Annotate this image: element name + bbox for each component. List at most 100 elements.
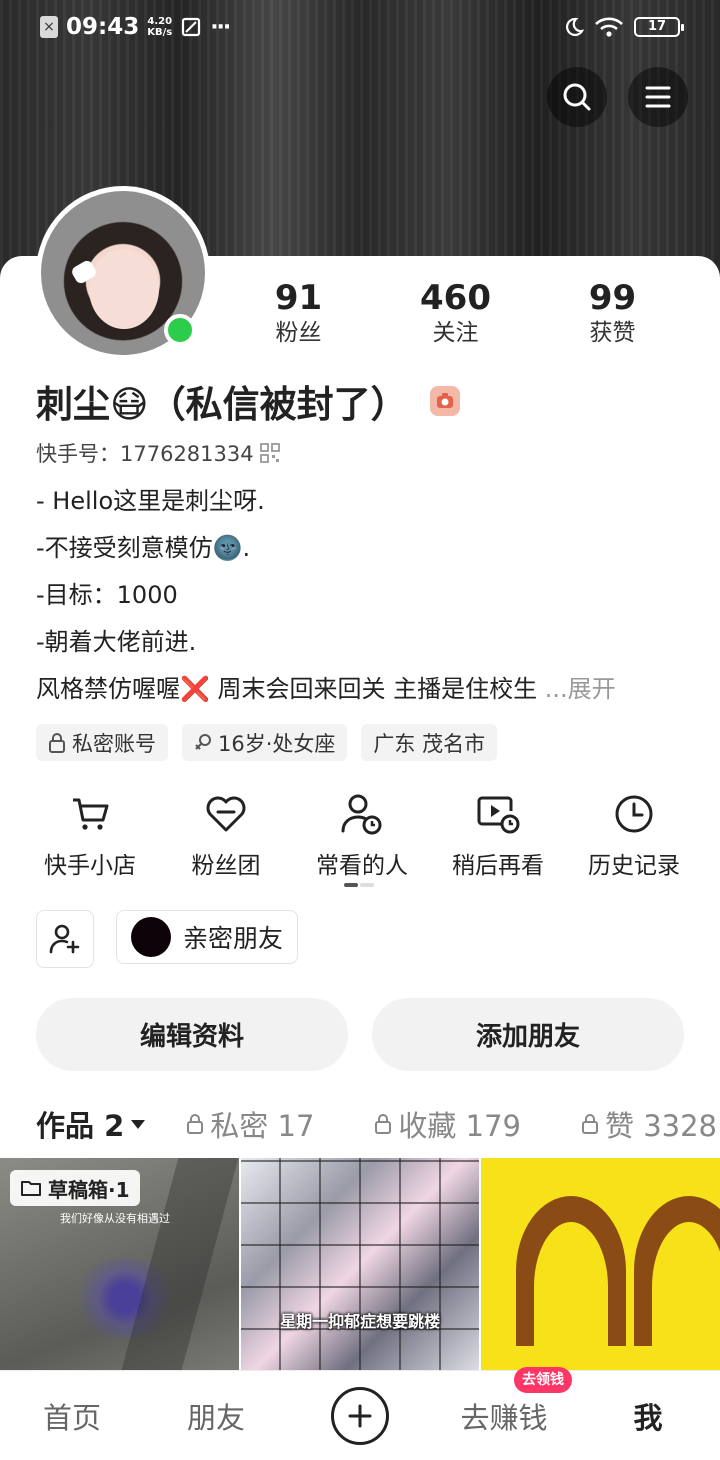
speed-value: 4.20 — [147, 16, 173, 27]
clock-icon — [615, 795, 653, 833]
video-tile[interactable] — [481, 1158, 720, 1370]
tab-works[interactable]: 作品 2 — [36, 1103, 146, 1145]
lock-icon — [49, 732, 65, 753]
works-grid: 草稿箱·1 我们好像从没有相遇过 星期一抑郁症想要跳楼 — [0, 1158, 720, 1370]
nav-earn[interactable]: 去赚钱 去领钱 — [432, 1366, 576, 1437]
kuaishou-id[interactable]: 快手号：1776281334 — [36, 438, 280, 468]
tool-shortcuts: 快手小店 粉丝团 常看的人 稍后再看 历史记录 — [22, 792, 702, 880]
emoji-brow-right — [634, 1196, 720, 1352]
search-icon — [563, 83, 591, 111]
stat-followers[interactable]: 91 粉丝 — [220, 278, 377, 348]
network-speed: 4.20 KB/s — [147, 16, 172, 38]
more-status-dots: ··· — [210, 14, 231, 40]
lock-icon — [581, 1114, 598, 1134]
wifi-icon — [595, 17, 623, 37]
nav-home[interactable]: 首页 — [0, 1395, 144, 1437]
tab-private[interactable]: 私密 17 — [186, 1103, 314, 1145]
add-friend-button[interactable]: 添加朋友 — [372, 998, 684, 1071]
online-status-dot — [164, 314, 196, 346]
stat-following[interactable]: 460 关注 — [377, 278, 534, 348]
menu-icon — [645, 86, 671, 108]
tab-label: 赞 3328 — [604, 1109, 718, 1143]
tool-label: 常看的人 — [316, 853, 408, 879]
tool-watch-later[interactable]: 稍后再看 — [430, 792, 566, 880]
bottom-nav: 首页 朋友 去赚钱 去领钱 我 — [0, 1366, 720, 1460]
tools-scroll-indicator — [344, 883, 374, 887]
profile-name-row: 刺尘😷（私信被封了） — [36, 374, 460, 428]
tab-favorites[interactable]: 收藏 179 — [374, 1103, 521, 1145]
tool-label: 稍后再看 — [452, 853, 544, 879]
status-bar: × 09:43 4.20 KB/s ··· 17 — [0, 0, 720, 58]
tag-location: 广东 茂名市 — [361, 724, 498, 761]
draft-box-tile[interactable]: 草稿箱·1 我们好像从没有相遇过 — [0, 1158, 239, 1370]
bio-line: -不接受刻意模仿🌚. — [36, 534, 251, 562]
cart-icon — [73, 798, 109, 830]
notification-icon: × — [40, 16, 58, 38]
profile-name: 刺尘😷（私信被封了） — [36, 383, 408, 426]
tool-fan-club[interactable]: 粉丝团 — [158, 792, 294, 880]
heart-icon — [206, 796, 246, 832]
tab-label: 私密 17 — [210, 1109, 315, 1143]
plus-icon — [348, 1404, 372, 1427]
caret-down-icon — [131, 1120, 146, 1129]
friend-row: 亲密朋友 — [36, 910, 299, 968]
person-clock-icon — [341, 794, 382, 835]
bio-line: - Hello这里是刺尘呀. — [36, 487, 265, 515]
search-button[interactable] — [547, 67, 607, 127]
qr-code-icon — [259, 443, 280, 463]
bio-line: -朝着大佬前进. — [36, 628, 197, 656]
kuaishou-id-text: 快手号：1776281334 — [36, 442, 254, 466]
stat-likes[interactable]: 99 获赞 — [534, 278, 691, 348]
bio-line: -目标：1000 — [36, 581, 178, 609]
tag-private-account: 私密账号 — [36, 724, 168, 761]
profile-bio: - Hello这里是刺尘呀. -不接受刻意模仿🌚. -目标：1000 -朝着大佬… — [36, 478, 706, 713]
profile-actions: 编辑资料 添加朋友 — [36, 998, 684, 1071]
tab-likes[interactable]: 赞 3328 — [581, 1103, 717, 1145]
create-button[interactable] — [331, 1386, 389, 1445]
tab-label: 作品 2 — [36, 1109, 125, 1143]
creator-badge-icon[interactable] — [429, 386, 460, 416]
earn-badge: 去领钱 — [514, 1366, 572, 1393]
video-caption: 我们好像从没有相遇过 — [60, 1212, 170, 1225]
battery-indicator: 17 — [634, 17, 684, 37]
speed-unit: KB/s — [147, 27, 173, 38]
edit-profile-button[interactable]: 编辑资料 — [36, 998, 348, 1071]
stat-label: 获赞 — [589, 320, 636, 346]
menu-button[interactable] — [628, 67, 688, 127]
draft-label: 草稿箱·1 — [48, 1177, 130, 1202]
tag-age-zodiac: 16岁·处女座 — [182, 724, 348, 761]
tool-label: 历史记录 — [588, 853, 680, 879]
tool-label: 粉丝团 — [191, 853, 261, 879]
tag-label: 广东 茂名市 — [373, 731, 486, 756]
content-tabs: 作品 2 私密 17 收藏 179 赞 3328 — [36, 1098, 720, 1150]
nav-earn-label: 去赚钱 — [460, 1400, 548, 1435]
close-friend-label: 亲密朋友 — [183, 924, 284, 953]
tool-history[interactable]: 历史记录 — [566, 792, 702, 880]
tag-label: 私密账号 — [72, 731, 156, 756]
female-icon — [195, 733, 211, 750]
stat-label: 关注 — [432, 320, 479, 346]
tool-label: 快手小店 — [44, 853, 136, 879]
tool-frequent-people[interactable]: 常看的人 — [294, 792, 430, 880]
add-contact-button[interactable] — [36, 910, 94, 968]
add-person-icon — [49, 924, 80, 954]
profile-tags: 私密账号 16岁·处女座 广东 茂名市 — [36, 724, 498, 761]
screenshot-icon — [182, 17, 201, 37]
lock-icon — [375, 1114, 392, 1134]
video-tile[interactable]: 星期一抑郁症想要跳楼 — [240, 1158, 480, 1370]
nav-friends[interactable]: 朋友 — [144, 1395, 288, 1437]
stat-value: 460 — [420, 278, 491, 318]
video-caption: 星期一抑郁症想要跳楼 — [280, 1312, 441, 1331]
stat-label: 粉丝 — [275, 320, 322, 346]
bio-line: 风格禁仿喔喔❌ 周末会回来回关 主播是住校生 ...展开 — [36, 666, 706, 713]
folder-icon — [21, 1181, 41, 1196]
status-time: 09:43 — [66, 14, 140, 40]
nav-me[interactable]: 我 — [576, 1395, 720, 1437]
lock-icon — [187, 1114, 204, 1134]
bio-expand-link[interactable]: ...展开 — [545, 675, 616, 703]
close-friend-chip[interactable]: 亲密朋友 — [116, 910, 299, 964]
stat-value: 99 — [588, 278, 637, 318]
tool-shop[interactable]: 快手小店 — [22, 792, 158, 880]
nav-create[interactable] — [288, 1386, 432, 1445]
video-clock-icon — [477, 796, 520, 834]
